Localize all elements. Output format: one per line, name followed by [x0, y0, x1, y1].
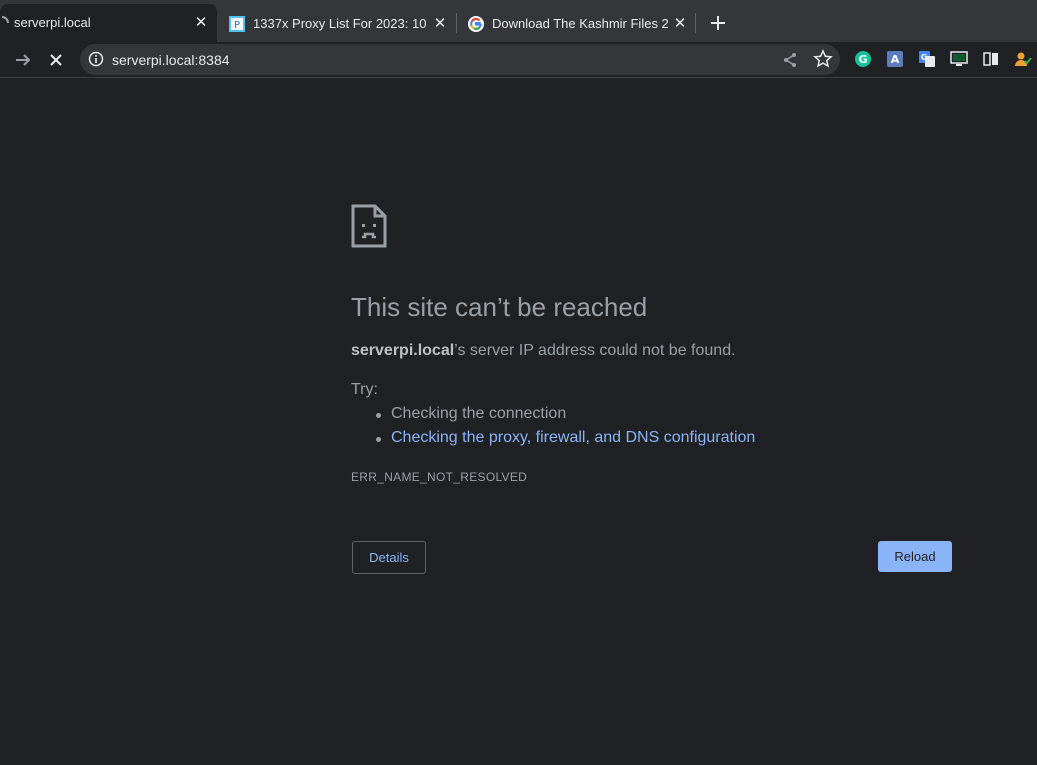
tab-title: Download The Kashmir Files 2 [492, 16, 669, 31]
svg-text:A: A [891, 53, 900, 66]
new-tab-button[interactable] [708, 13, 728, 33]
reload-button[interactable]: Reload [878, 541, 952, 572]
error-message-text: ’s server IP address could not be found. [454, 342, 736, 359]
svg-text:G: G [921, 53, 928, 62]
error-heading: This site can’t be reached [351, 292, 648, 322]
plus-icon [711, 16, 725, 30]
close-tab-icon[interactable]: ✕ [671, 14, 689, 32]
close-tab-icon[interactable]: ✕ [431, 14, 449, 32]
loading-spinner-icon [1, 16, 9, 24]
tab-kashmir-files[interactable]: Download The Kashmir Files 2 ✕ [457, 5, 693, 42]
proxy-site-icon: P [229, 16, 245, 32]
forward-button[interactable] [11, 48, 35, 72]
error-code: ERR_NAME_NOT_RESOLVED [351, 470, 528, 484]
suggestion-check-connection: Checking the connection [351, 405, 755, 429]
suggestion-check-proxy-link[interactable]: Checking the proxy, firewall, and DNS co… [351, 429, 755, 453]
close-icon [50, 54, 62, 66]
tab-1337x-proxy[interactable]: P 1337x Proxy List For 2023: 10 ✕ [218, 5, 454, 42]
stop-loading-button[interactable] [44, 48, 68, 72]
tab-separator [695, 13, 696, 33]
svg-text:G: G [858, 53, 867, 66]
arrow-right-icon [16, 54, 31, 66]
monitor-icon[interactable] [950, 50, 968, 68]
share-icon[interactable] [780, 50, 800, 70]
tab-title: 1337x Proxy List For 2023: 10 [253, 16, 427, 31]
sad-page-icon [351, 204, 387, 248]
close-tab-icon[interactable]: ✕ [192, 13, 210, 31]
grammarly-icon[interactable]: G [854, 50, 872, 68]
toolbar: serverpi.local:8384 G A G [0, 42, 1037, 78]
error-page: This site can’t be reached serverpi.loca… [0, 79, 1037, 765]
info-icon[interactable] [88, 51, 104, 67]
google-icon [468, 16, 484, 32]
google-translate-icon[interactable]: G [918, 50, 936, 68]
details-button[interactable]: Details [352, 541, 426, 574]
error-message: serverpi.local’s server IP address could… [351, 342, 736, 360]
error-host: serverpi.local [351, 342, 455, 359]
try-label: Try: [351, 381, 378, 398]
tab-strip: serverpi.local ✕ P 1337x Proxy List For … [0, 0, 1037, 42]
url-text[interactable]: serverpi.local:8384 [112, 52, 230, 68]
tab-title: serverpi.local [14, 15, 91, 30]
address-bar[interactable]: serverpi.local:8384 [80, 44, 840, 75]
bookmark-star-icon[interactable] [813, 49, 833, 69]
suggestions-list: Checking the connection Checking the pro… [351, 405, 755, 453]
reading-list-icon[interactable] [982, 50, 1000, 68]
svg-text:P: P [234, 20, 240, 31]
profile-check-icon[interactable] [1014, 50, 1032, 68]
tab-serverpi[interactable]: serverpi.local ✕ [0, 4, 217, 42]
translate-font-icon[interactable]: A [886, 50, 904, 68]
